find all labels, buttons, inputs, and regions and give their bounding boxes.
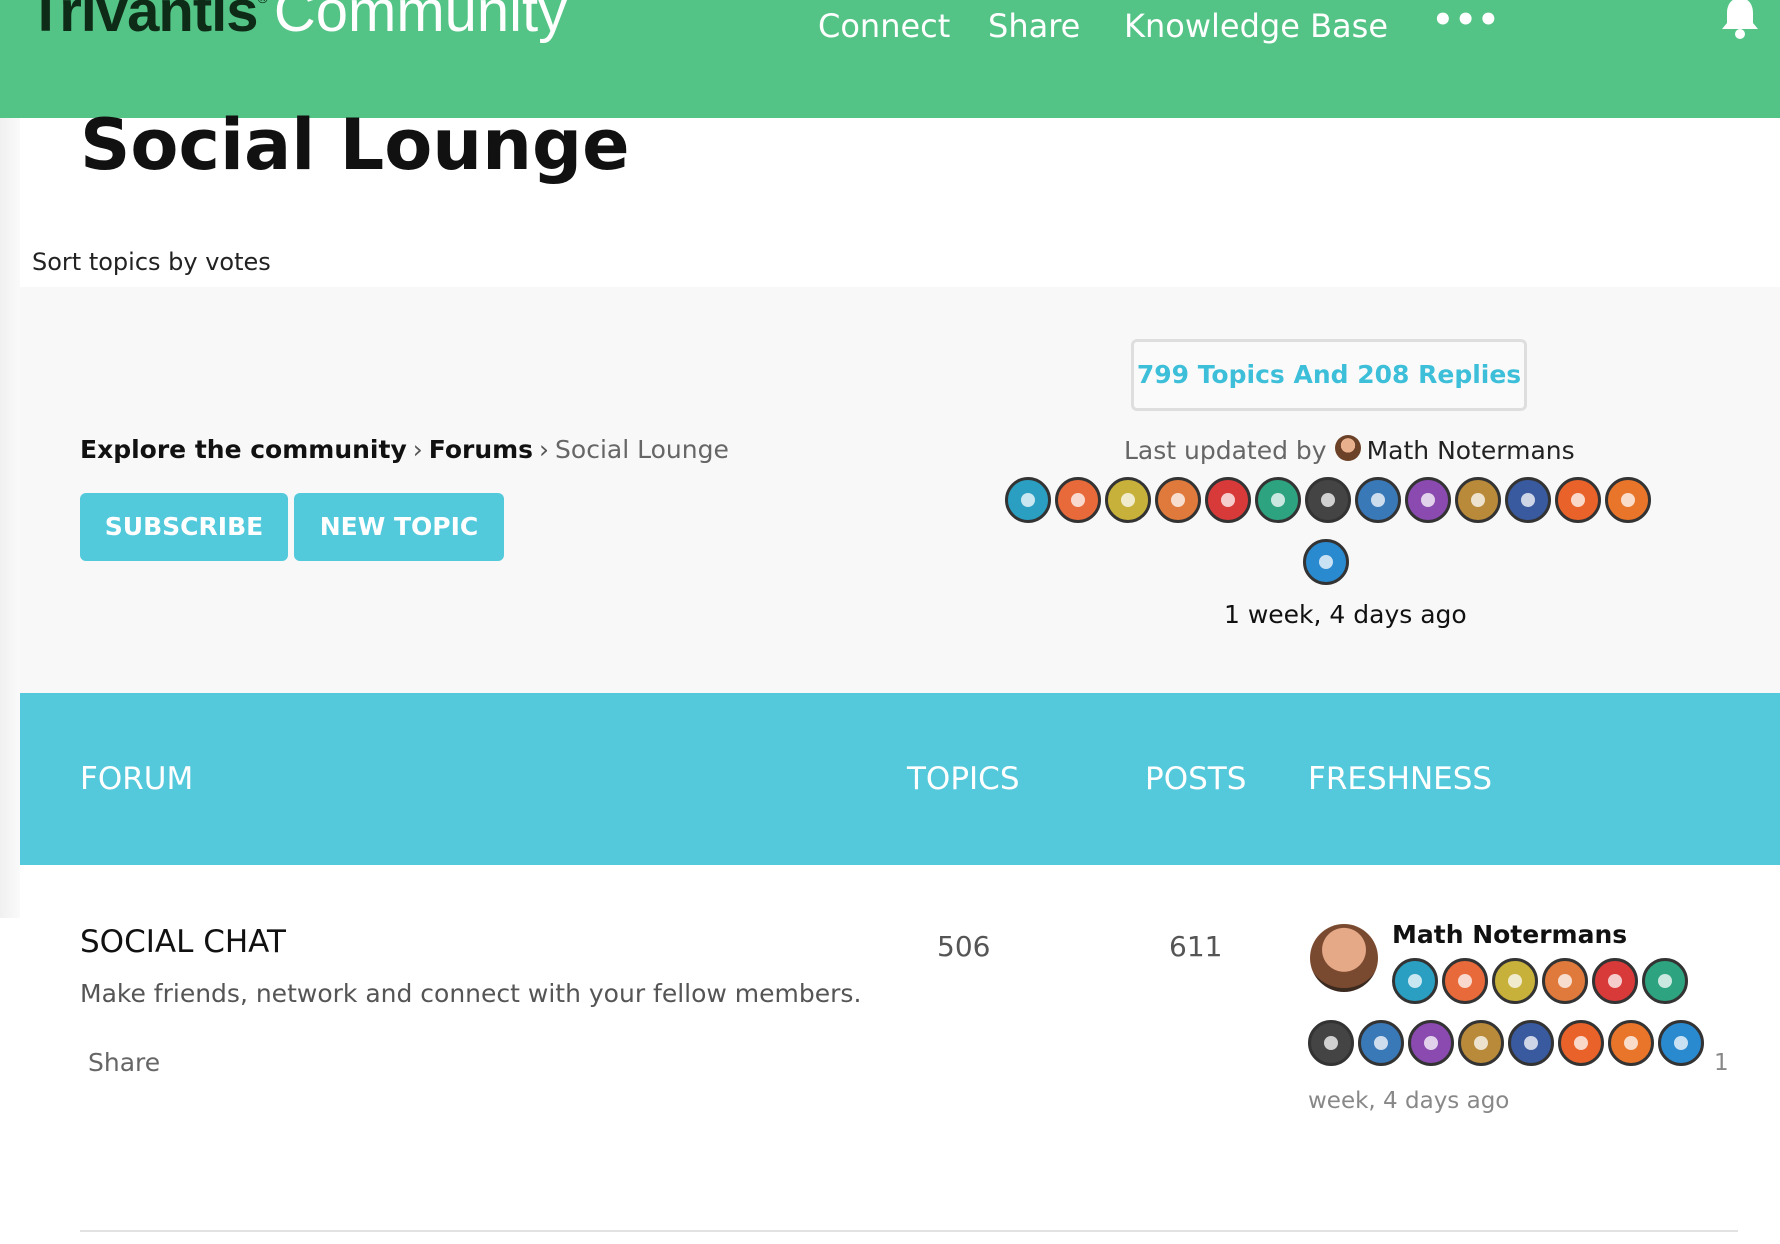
forum-description: Make friends, network and connect with y… xyxy=(80,979,862,1008)
badge-icon xyxy=(1405,477,1451,523)
last-updated-label: Last updated by xyxy=(1124,436,1327,465)
badge-icon xyxy=(1592,958,1638,1004)
column-freshness: FRESHNESS xyxy=(1308,761,1493,797)
badge-icon xyxy=(1542,958,1588,1004)
breadcrumb-explore[interactable]: Explore the community xyxy=(80,435,407,464)
logo-brand: Trivantis xyxy=(28,0,259,44)
user-badges xyxy=(1303,539,1353,585)
breadcrumb: Explore the community › Forums › Social Loun… xyxy=(80,435,729,464)
nav-connect[interactable]: Connect xyxy=(818,4,950,48)
avatar[interactable] xyxy=(1310,924,1378,992)
user-badges xyxy=(1005,477,1655,523)
freshness-time: week, 4 days ago xyxy=(1308,1088,1510,1114)
breadcrumb-forums[interactable]: Forums xyxy=(429,435,533,464)
row-divider xyxy=(80,1230,1738,1232)
breadcrumb-separator: › xyxy=(412,435,423,464)
breadcrumb-separator: › xyxy=(539,435,550,464)
badge-icon xyxy=(1358,1020,1404,1066)
logo-word: Community xyxy=(273,0,568,44)
nav-share[interactable]: Share xyxy=(988,4,1080,48)
forum-table-header: FORUM TOPICS POSTS FRESHNESS xyxy=(20,693,1780,865)
badge-icon xyxy=(1408,1020,1454,1066)
forum-topics-count: 506 xyxy=(937,930,991,963)
last-updated: Last updated by Math Notermans xyxy=(1124,435,1575,465)
user-badges xyxy=(1392,958,1692,1004)
badge-icon xyxy=(1055,477,1101,523)
left-edge-shadow xyxy=(0,118,20,918)
freshness-time-part: 1 xyxy=(1714,1050,1729,1076)
forum-info-panel: Explore the community › Forums › Social Loun… xyxy=(20,287,1780,693)
breadcrumb-current: Social Lounge xyxy=(555,435,729,464)
nav-more-button[interactable]: ••• xyxy=(1432,0,1500,42)
badge-icon xyxy=(1308,1020,1354,1066)
badge-icon xyxy=(1005,477,1051,523)
badge-icon xyxy=(1105,477,1151,523)
badge-icon xyxy=(1555,477,1601,523)
badge-icon xyxy=(1442,958,1488,1004)
badge-icon xyxy=(1255,477,1301,523)
column-topics: TOPICS xyxy=(907,761,1020,797)
last-updated-time: 1 week, 4 days ago xyxy=(1224,600,1467,629)
badge-icon xyxy=(1558,1020,1604,1066)
topics-replies-summary[interactable]: 799 Topics And 208 Replies xyxy=(1131,339,1527,411)
badge-icon xyxy=(1305,477,1351,523)
new-topic-button[interactable]: NEW TOPIC xyxy=(294,493,504,561)
forum-posts-count: 611 xyxy=(1169,930,1223,963)
forum-share-link[interactable]: Share xyxy=(88,1048,160,1077)
badge-icon xyxy=(1505,477,1551,523)
badge-icon xyxy=(1303,539,1349,585)
badge-icon xyxy=(1605,477,1651,523)
badge-icon xyxy=(1155,477,1201,523)
badge-icon xyxy=(1455,477,1501,523)
subscribe-button[interactable]: SUBSCRIBE xyxy=(80,493,288,561)
badge-icon xyxy=(1642,958,1688,1004)
avatar[interactable] xyxy=(1334,435,1361,461)
last-updated-user-link[interactable]: Math Notermans xyxy=(1367,436,1575,465)
freshness-user-link[interactable]: Math Notermans xyxy=(1392,920,1627,949)
nav-knowledge-base[interactable]: Knowledge Base xyxy=(1124,4,1388,48)
bell-icon[interactable] xyxy=(1716,0,1764,42)
forum-title-link[interactable]: SOCIAL CHAT xyxy=(80,924,286,960)
badge-icon xyxy=(1458,1020,1504,1066)
badge-icon xyxy=(1608,1020,1654,1066)
page-title: Social Lounge xyxy=(80,104,630,186)
badge-icon xyxy=(1508,1020,1554,1066)
site-logo[interactable]: Trivantis® Community xyxy=(28,0,567,48)
badge-icon xyxy=(1658,1020,1704,1066)
column-forum: FORUM xyxy=(80,761,194,797)
badge-icon xyxy=(1205,477,1251,523)
sort-topics-link[interactable]: Sort topics by votes xyxy=(32,248,271,276)
column-posts: POSTS xyxy=(1145,761,1247,797)
logo-trademark: ® xyxy=(258,0,268,6)
badge-icon xyxy=(1492,958,1538,1004)
badge-icon xyxy=(1392,958,1438,1004)
badge-icon xyxy=(1355,477,1401,523)
user-badges xyxy=(1308,1020,1708,1066)
